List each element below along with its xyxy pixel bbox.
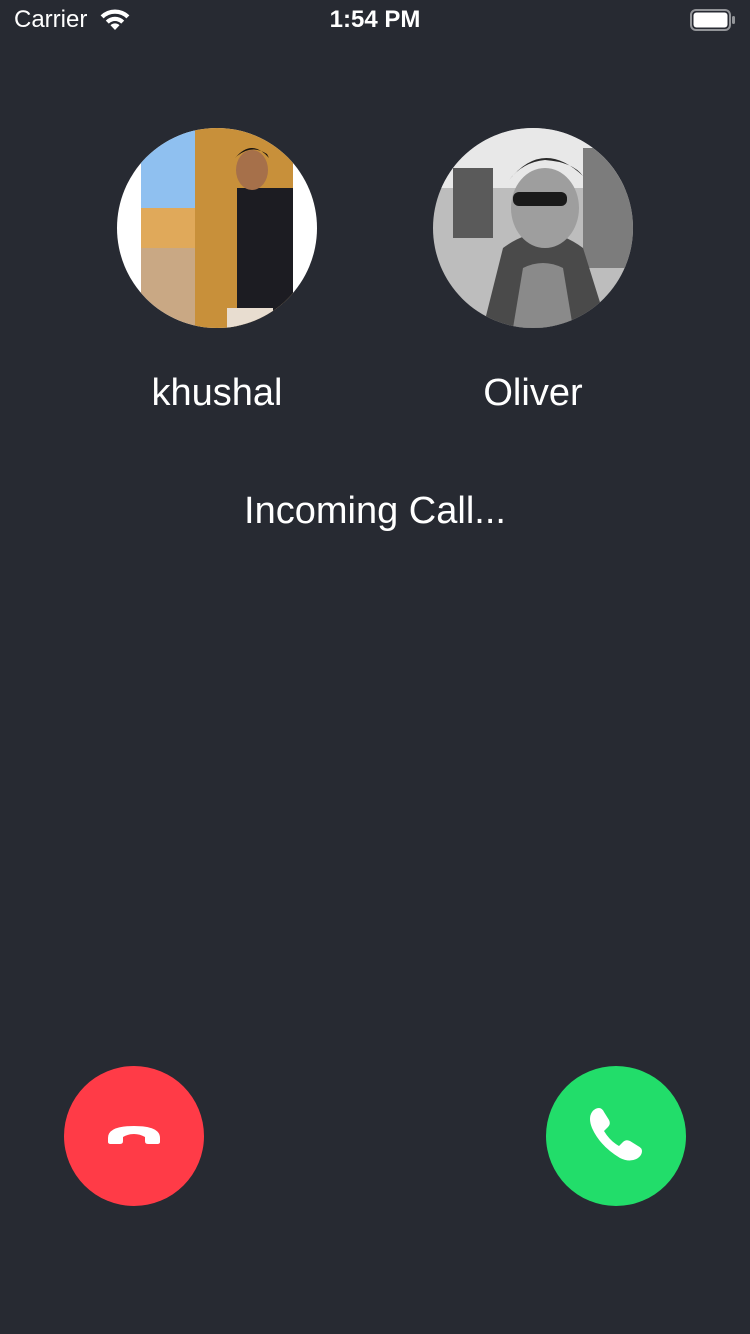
participant-name: Oliver (483, 372, 583, 414)
accept-call-button[interactable] (546, 1066, 686, 1206)
phone-icon (586, 1104, 646, 1169)
participant-name: khushal (151, 372, 283, 414)
incoming-call-screen: Carrier 1:54 PM khushal Oliver Incoming … (0, 0, 750, 1334)
phone-hangup-icon (104, 1120, 164, 1153)
participant-khushal: khushal (117, 128, 317, 414)
avatar (117, 128, 317, 328)
participant-oliver: Oliver (433, 128, 633, 414)
status-time: 1:54 PM (329, 6, 421, 33)
status-bar: Carrier 1:54 PM (0, 0, 750, 40)
avatar (433, 128, 633, 328)
battery-icon (690, 9, 736, 31)
call-status-label: Incoming Call... (244, 490, 506, 532)
decline-call-button[interactable] (64, 1066, 204, 1206)
